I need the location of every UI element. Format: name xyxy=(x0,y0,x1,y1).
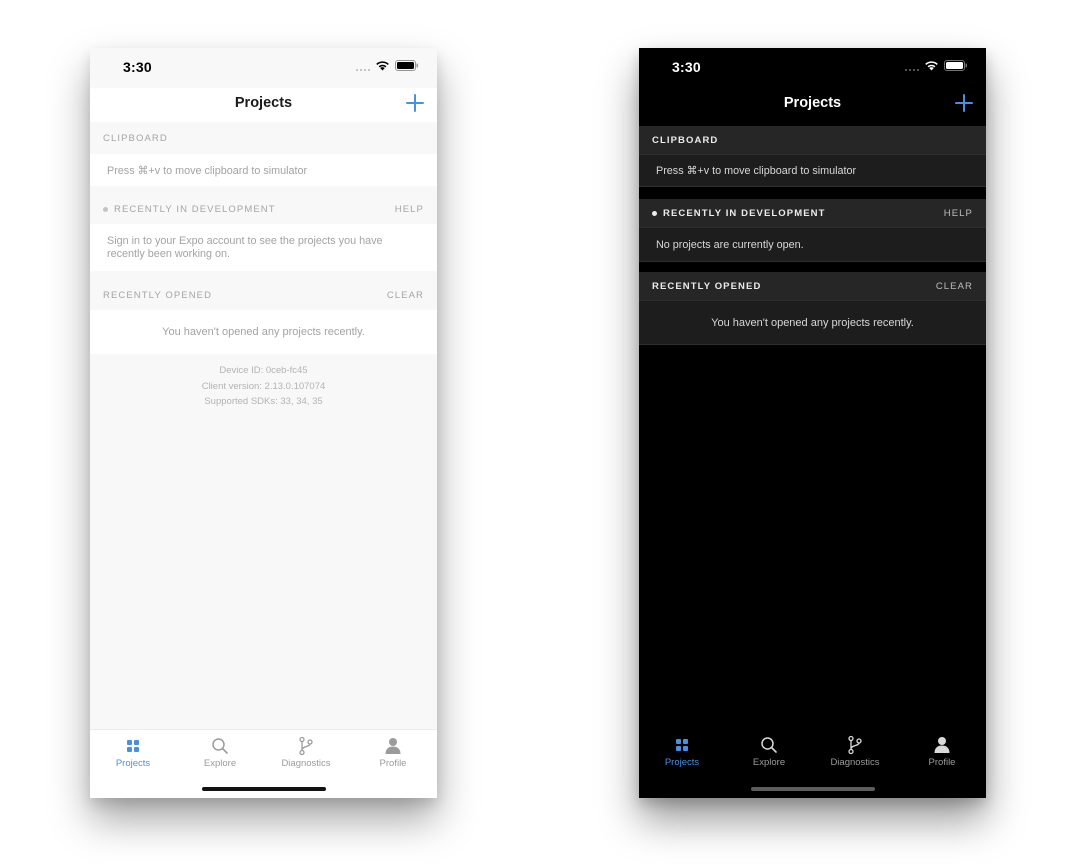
clipboard-section-header: CLIPBOARD xyxy=(639,126,986,154)
client-version: Client version: 2.13.0.107074 xyxy=(201,380,326,392)
section-title: RECENTLY IN DEVELOPMENT xyxy=(114,203,276,215)
clipboard-hint: Press ⌘+v to move clipboard to simulator xyxy=(656,165,857,177)
projects-content: CLIPBOARD Press ⌘+v to move clipboard to… xyxy=(639,126,986,345)
development-projects-row: No projects are currently open. xyxy=(639,227,986,262)
section-title: RECENTLY OPENED xyxy=(652,280,762,292)
wifi-icon xyxy=(376,61,389,71)
clipboard-row[interactable]: Press ⌘+v to move clipboard to simulator xyxy=(90,154,437,186)
status-time: 3:30 xyxy=(123,59,152,75)
branch-icon xyxy=(299,736,313,756)
tab-label: Profile xyxy=(928,757,956,768)
status-bar: 3:30 xyxy=(639,48,986,88)
sign-in-message: Sign in to your Expo account to see the … xyxy=(107,235,383,260)
status-bar: 3:30 xyxy=(90,48,437,88)
wifi-icon xyxy=(925,61,938,71)
no-projects-text: No projects are currently open. xyxy=(656,239,804,251)
clear-button[interactable]: CLEAR xyxy=(387,290,424,301)
grid-icon xyxy=(676,739,688,751)
status-time: 3:30 xyxy=(672,59,701,75)
help-button[interactable]: HELP xyxy=(944,208,973,219)
tab-bar: Projects Explore Diagnostics Profile xyxy=(90,729,437,798)
home-indicator[interactable] xyxy=(750,787,875,791)
cellular-signal-icon xyxy=(356,61,370,71)
tab-diagnostics[interactable]: Diagnostics xyxy=(271,736,341,769)
projects-content: CLIPBOARD Press ⌘+v to move clipboard to… xyxy=(90,122,437,410)
dark-mode-screen: 3:30 Projects CLIPBOARD Press ⌘+v to mov… xyxy=(639,48,986,798)
clipboard-hint: Press ⌘+v to move clipboard to simulator xyxy=(107,165,308,177)
recently-opened-empty-row: You haven't opened any projects recently… xyxy=(639,300,986,345)
tab-projects[interactable]: Projects xyxy=(647,735,717,768)
page-title: Projects xyxy=(783,95,842,111)
clipboard-section-header: CLIPBOARD xyxy=(90,122,437,154)
device-info: Device ID: 0ceb-fc45 Client version: 2.1… xyxy=(90,354,437,410)
tab-diagnostics[interactable]: Diagnostics xyxy=(820,735,890,768)
plus-icon[interactable] xyxy=(406,94,424,112)
grid-icon xyxy=(127,740,139,752)
branch-icon xyxy=(848,735,862,755)
section-title: RECENTLY OPENED xyxy=(103,290,213,301)
section-title: CLIPBOARD xyxy=(103,132,168,144)
tab-explore[interactable]: Explore xyxy=(185,736,255,769)
recently-in-development-header: RECENTLY IN DEVELOPMENT HELP xyxy=(639,199,986,227)
tab-label: Explore xyxy=(752,757,786,768)
device-id: Device ID: 0ceb-fc45 xyxy=(219,365,308,376)
battery-icon xyxy=(944,60,967,71)
section-spacer xyxy=(639,187,986,199)
tab-profile[interactable]: Profile xyxy=(907,735,977,768)
navigation-bar: Projects xyxy=(639,88,986,122)
status-icons xyxy=(905,60,968,71)
section-title: RECENTLY IN DEVELOPMENT xyxy=(663,207,826,219)
help-button[interactable]: HELP xyxy=(395,204,424,215)
battery-icon xyxy=(395,60,418,71)
person-icon xyxy=(934,737,950,753)
tab-label: Projects xyxy=(664,757,700,768)
clear-button[interactable]: CLEAR xyxy=(936,281,973,292)
recently-opened-header: RECENTLY OPENED CLEAR xyxy=(639,272,986,300)
plus-icon[interactable] xyxy=(955,94,973,112)
navigation-bar: Projects xyxy=(90,88,437,122)
home-indicator[interactable] xyxy=(201,787,326,791)
development-projects-row: Sign in to your Expo account to see the … xyxy=(90,224,437,271)
light-mode-screen: 3:30 Projects CLIPBOARD Press ⌘+v to mov… xyxy=(90,48,437,798)
tab-label: Projects xyxy=(115,758,151,769)
status-dot-icon xyxy=(103,206,108,212)
empty-state-text: You haven't opened any projects recently… xyxy=(162,326,365,338)
empty-state-text: You haven't opened any projects recently… xyxy=(711,317,914,329)
recently-in-development-header: RECENTLY IN DEVELOPMENT HELP xyxy=(90,186,437,224)
clipboard-row[interactable]: Press ⌘+v to move clipboard to simulator xyxy=(639,154,986,187)
section-spacer xyxy=(639,262,986,272)
status-icons xyxy=(356,60,419,71)
page-title: Projects xyxy=(234,95,293,111)
person-icon xyxy=(385,738,401,754)
status-dot-icon xyxy=(652,210,657,216)
cellular-signal-icon xyxy=(905,61,919,71)
tab-label: Diagnostics xyxy=(281,758,331,769)
tab-projects[interactable]: Projects xyxy=(98,736,168,769)
tab-bar: Projects Explore Diagnostics Profile xyxy=(639,729,986,798)
tab-label: Explore xyxy=(203,758,237,769)
tab-label: Profile xyxy=(379,758,407,769)
tab-profile[interactable]: Profile xyxy=(358,736,428,769)
recently-opened-empty-row: You haven't opened any projects recently… xyxy=(90,310,437,354)
section-title: CLIPBOARD xyxy=(652,134,719,146)
tab-explore[interactable]: Explore xyxy=(734,735,804,768)
recently-opened-header: RECENTLY OPENED CLEAR xyxy=(90,271,437,310)
search-icon xyxy=(761,737,777,753)
supported-sdks: Supported SDKs: 33, 34, 35 xyxy=(204,396,323,407)
tab-label: Diagnostics xyxy=(830,757,880,768)
search-icon xyxy=(212,738,228,754)
